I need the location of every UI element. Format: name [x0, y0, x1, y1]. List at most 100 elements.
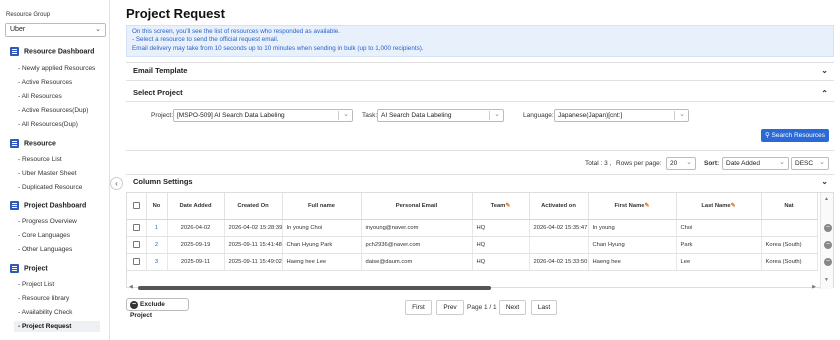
language-select[interactable]: Japanese(Japan)[cnt:] ⌄ [554, 109, 689, 122]
sidebar-collapse-button[interactable]: ‹ [110, 177, 123, 190]
minus-circle-icon: − [130, 301, 138, 309]
language-label: Language: [523, 112, 554, 119]
cell-activated-on: 2026-04-02 15:33:50 [529, 253, 589, 271]
chevron-down-icon: ⌄ [95, 26, 101, 33]
checkbox[interactable] [132, 240, 140, 248]
horizontal-scrollbar[interactable]: ◀ ▶ [128, 284, 818, 291]
cell-first-name: Haeng hee [588, 253, 677, 271]
email-template-header[interactable]: Email Template ⌄ [126, 64, 834, 78]
pagination-prev-button[interactable]: Prev [436, 300, 464, 315]
nav-item-active-resources[interactable]: - Active Resources [18, 79, 72, 86]
checkbox[interactable] [132, 257, 140, 265]
project-select[interactable]: [MSPO-509] AI Search Data Labeling ⌄ [173, 109, 353, 122]
nav-item-resource-list[interactable]: - Resource List [18, 156, 62, 163]
nav-item-core-languages[interactable]: - Core Languages [18, 232, 70, 239]
sort-field-value: Date Added [726, 160, 760, 167]
remove-row-icon[interactable]: − [824, 241, 832, 249]
nav-item-availability-check[interactable]: - Availability Check [18, 309, 72, 316]
select-all-checkbox[interactable] [127, 193, 147, 220]
checkbox[interactable] [132, 223, 140, 231]
chevron-down-icon: ⌄ [819, 159, 825, 166]
column-settings-header[interactable]: Column Settings ⌄ [126, 175, 834, 189]
cell-full-name: Haeng hee Lee [282, 253, 362, 271]
resource-group-value: Uber [10, 26, 26, 33]
chevron-up-icon: ⌃ [821, 89, 828, 98]
rows-per-page-select[interactable]: 20 ⌄ [666, 157, 696, 170]
nav-item-uber-master-sheet[interactable]: - Uber Master Sheet [18, 170, 77, 177]
scroll-up-arrow-icon[interactable]: ▲ [824, 196, 829, 202]
scrollbar-thumb[interactable] [138, 286, 491, 290]
info-banner: On this screen, you'll see the list of r… [126, 25, 834, 57]
chevron-down-icon: ⌄ [343, 111, 349, 118]
pagination-next-button[interactable]: Next [499, 300, 526, 315]
cell-no[interactable]: 1 [146, 219, 168, 237]
select-project-header[interactable]: Select Project ⌃ [126, 86, 834, 100]
page-title: Project Request [126, 6, 225, 21]
col-header-nat[interactable]: Nat [761, 193, 818, 220]
cell-last-name: Park [676, 236, 762, 254]
scroll-left-arrow-icon[interactable]: ◀ [129, 284, 133, 290]
pagination-page-text: Page 1 / 1 [467, 304, 497, 311]
scroll-down-arrow-icon[interactable]: ▼ [824, 277, 829, 283]
nav-item-newly-applied[interactable]: - Newly applied Resources [18, 65, 95, 72]
nav-item-duplicated-resource[interactable]: - Duplicated Resource [18, 184, 82, 191]
pagination-last-button[interactable]: Last [531, 300, 557, 315]
exclude-project-button[interactable]: − Exclude Project [126, 298, 189, 319]
divider [126, 62, 834, 63]
nav-section-project[interactable]: Project [10, 264, 48, 273]
table-row[interactable]: 1 2026-04-02 2026-04-02 15:28:39 In youn… [127, 219, 818, 237]
chevron-down-icon: ⌄ [679, 111, 685, 118]
table-row[interactable]: 3 2025-09-11 2025-09-11 15:49:02 Haeng h… [127, 253, 818, 271]
info-line: - Select a resource to send the official… [132, 36, 279, 44]
remove-row-icon[interactable]: − [824, 224, 832, 232]
search-resources-button[interactable]: ⚲ Search Resources [761, 129, 829, 142]
col-header-full-name[interactable]: Full name [282, 193, 362, 220]
nav-section-resource[interactable]: Resource [10, 139, 56, 148]
sort-field-select[interactable]: Date Added ⌄ [722, 157, 789, 170]
menu-icon [10, 264, 19, 273]
scroll-right-arrow-icon[interactable]: ▶ [812, 284, 816, 290]
info-line: Email delivery may take from 10 seconds … [132, 44, 424, 52]
col-header-first-name[interactable]: First Name✎ [588, 193, 677, 220]
col-header-no[interactable]: No [146, 193, 168, 220]
nav-item-resource-library[interactable]: - Resource library [18, 295, 69, 302]
chevron-down-icon: ⌄ [821, 66, 828, 75]
col-header-last-name[interactable]: Last Name✎ [676, 193, 762, 220]
resource-group-select[interactable]: Uber ⌄ [5, 23, 106, 37]
col-header-activated-on[interactable]: Activated on [529, 193, 589, 220]
col-header-team[interactable]: Team✎ [472, 193, 530, 220]
task-select[interactable]: AI Search Data Labeling ⌄ [377, 109, 504, 122]
row-checkbox-cell[interactable] [127, 219, 147, 237]
task-label: Task: [362, 112, 378, 119]
nav-item-all-resources-dup[interactable]: - All Resources(Dup) [18, 121, 78, 128]
nav-item-project-list[interactable]: - Project List [18, 281, 54, 288]
nav-section-project-dashboard[interactable]: Project Dashboard [10, 201, 86, 210]
nav-item-all-resources[interactable]: - All Resources [18, 93, 62, 100]
remove-row-icon[interactable]: − [824, 258, 832, 266]
nav-item-project-request[interactable]: - Project Request [14, 321, 100, 332]
pagination-first-button[interactable]: First [405, 300, 432, 315]
nav-item-active-resources-dup[interactable]: - Active Resources(Dup) [18, 107, 88, 114]
sort-label: Sort: [704, 160, 720, 167]
cell-email: inyoung@naver.com [361, 219, 473, 237]
col-header-personal-email[interactable]: Personal Email [361, 193, 473, 220]
cell-no[interactable]: 2 [146, 236, 168, 254]
search-icon: ⚲ [764, 132, 770, 139]
col-header-created-on[interactable]: Created On [224, 193, 283, 220]
checkbox[interactable] [132, 202, 140, 210]
nav-section-resource-dashboard[interactable]: Resource Dashboard [10, 47, 94, 56]
column-settings-title: Column Settings [133, 177, 193, 186]
cell-no[interactable]: 3 [146, 253, 168, 271]
sort-direction-select[interactable]: DESC ⌄ [791, 157, 829, 170]
col-header-date-added[interactable]: Date Added [167, 193, 225, 220]
nav-item-other-languages[interactable]: - Other Languages [18, 246, 72, 253]
row-checkbox-cell[interactable] [127, 236, 147, 254]
table-row[interactable]: 2 2025-09-19 2025-09-11 15:41:48 Chan Hy… [127, 236, 818, 254]
cell-date-added: 2025-09-11 [167, 253, 225, 271]
rows-per-page-value: 20 [670, 160, 678, 167]
row-checkbox-cell[interactable] [127, 253, 147, 271]
info-line: On this screen, you'll see the list of r… [132, 28, 341, 35]
cell-nat: Korea (South) [761, 236, 818, 254]
nav-item-progress-overview[interactable]: - Progress Overview [18, 218, 77, 225]
select-divider [674, 111, 675, 120]
